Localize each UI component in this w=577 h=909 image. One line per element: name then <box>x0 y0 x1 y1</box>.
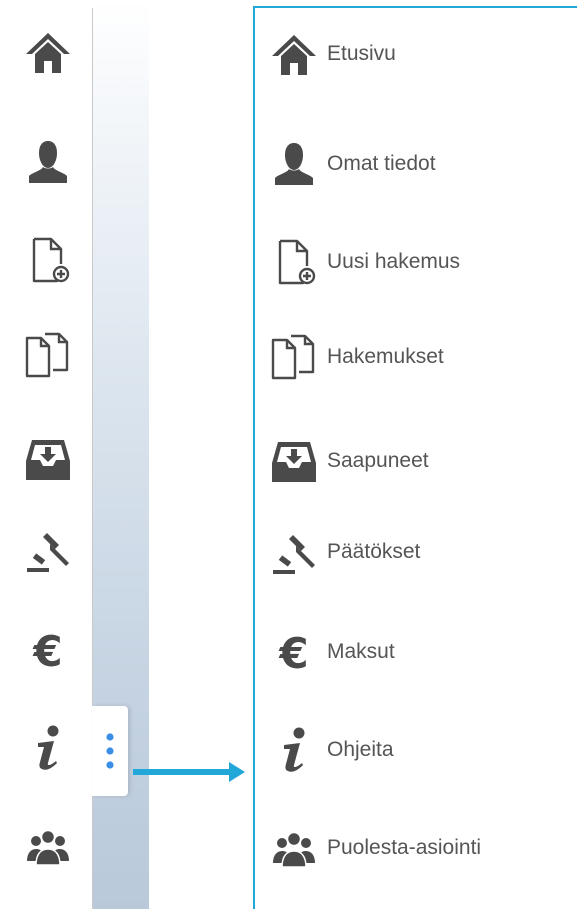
gavel-icon[interactable] <box>20 522 76 578</box>
menu-item-uusi-hakemus[interactable]: Uusi hakemus <box>269 234 569 290</box>
menu-item-label: Saapuneet <box>327 449 429 472</box>
menu-item-label: Hakemukset <box>327 345 444 368</box>
menu-item-label: Maksut <box>327 640 395 663</box>
menu-item-label: Uusi hakemus <box>327 250 461 273</box>
group-icon[interactable] <box>20 818 76 874</box>
menu-item-puolesta-asiointi[interactable]: Puolesta-asiointi <box>269 820 569 876</box>
home-icon <box>269 29 319 79</box>
new-document-icon[interactable] <box>20 232 76 288</box>
collapsed-sidebar <box>0 0 92 909</box>
euro-icon <box>269 627 319 677</box>
menu-item-omat-tiedot[interactable]: Omat tiedot <box>269 136 569 192</box>
menu-item-saapuneet[interactable]: Saapuneet <box>269 433 569 489</box>
documents-icon[interactable] <box>20 327 76 383</box>
documents-icon <box>269 332 319 382</box>
gavel-icon <box>269 527 319 577</box>
menu-item-label: Ohjeita <box>327 738 394 761</box>
inbox-icon[interactable] <box>20 431 76 487</box>
home-icon[interactable] <box>20 24 76 80</box>
expand-menu-button[interactable] <box>92 706 128 796</box>
info-icon[interactable] <box>20 720 76 776</box>
menu-item-hakemukset[interactable]: Hakemukset <box>269 329 569 385</box>
inbox-icon <box>269 436 319 486</box>
menu-item-label: Puolesta-asiointi <box>327 836 482 859</box>
menu-item-label: Omat tiedot <box>327 152 436 175</box>
group-icon <box>269 823 319 873</box>
menu-item-label: Päätökset <box>327 540 421 563</box>
menu-item-etusivu[interactable]: Etusivu <box>269 26 569 82</box>
menu-item-paatokset[interactable]: Päätökset <box>269 524 569 580</box>
menu-item-label: Etusivu <box>327 42 396 65</box>
euro-icon[interactable] <box>20 622 76 678</box>
user-icon <box>269 139 319 189</box>
menu-item-maksut[interactable]: Maksut <box>269 624 569 680</box>
new-document-icon <box>269 237 319 287</box>
arrow-right-icon <box>133 762 245 782</box>
more-vertical-icon <box>106 733 114 769</box>
user-icon[interactable] <box>20 134 76 190</box>
info-icon <box>269 725 319 775</box>
expanded-sidebar-menu: Etusivu Omat tiedot Uusi hakemus Hakemuk… <box>253 6 577 909</box>
menu-item-ohjeita[interactable]: Ohjeita <box>269 722 569 778</box>
